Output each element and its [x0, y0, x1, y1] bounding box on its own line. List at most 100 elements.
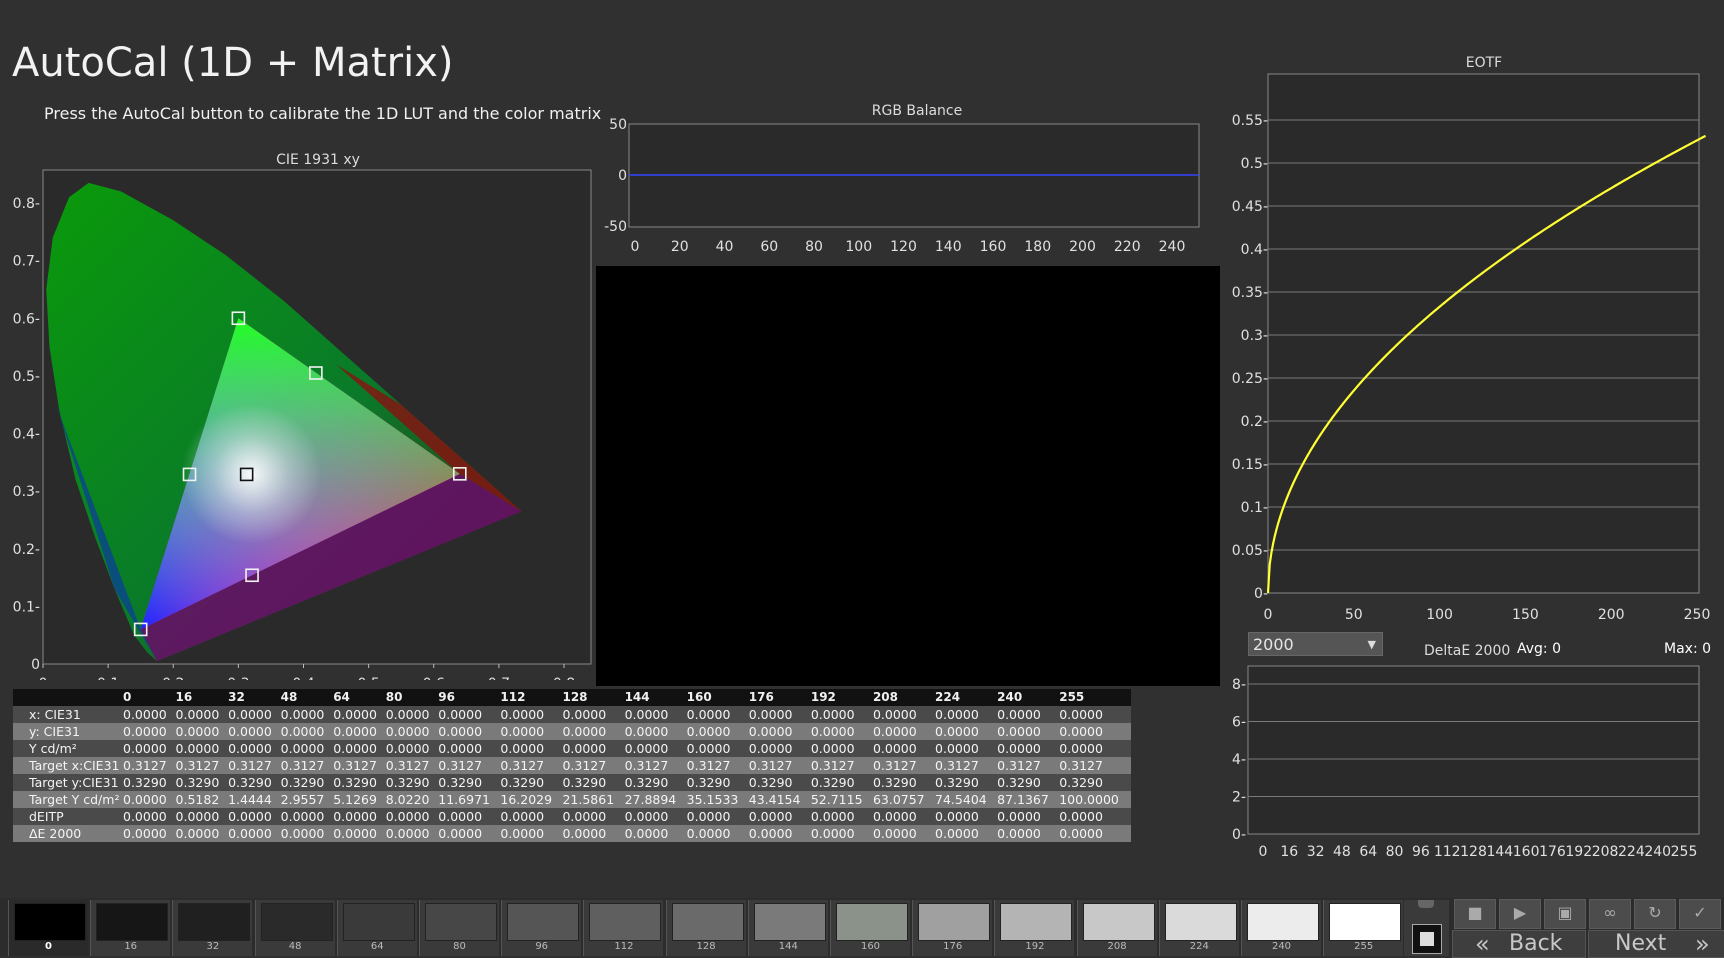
table-cell: 0.3290: [624, 774, 687, 791]
back-arrows-icon: «: [1475, 930, 1490, 958]
table-cell: 0.0000: [385, 808, 439, 825]
patch-swatch-160[interactable]: 160: [830, 900, 910, 956]
table-cell: 0.0000: [228, 825, 281, 842]
table-cell: 0.0000: [1059, 706, 1131, 723]
patch-swatch-176[interactable]: 176: [912, 900, 993, 956]
patch-swatch-208[interactable]: 208: [1076, 900, 1157, 956]
patch-swatch-192[interactable]: 192: [994, 900, 1075, 956]
save-button[interactable]: ▣: [1544, 899, 1586, 929]
table-cell: 0.0000: [175, 825, 229, 842]
measurement-table: 0 16 32 48 64 80 96 112 128 144 160 176 192 208 224 240…: [13, 689, 1131, 842]
deltae-x-tick-label: 0: [1259, 844, 1268, 860]
patch-swatch-80[interactable]: 80: [419, 900, 499, 956]
table-cell: 0.0000: [123, 808, 176, 825]
patch-swatch-128[interactable]: 128: [665, 900, 746, 956]
eotf-y-tick-label: 0.1-: [1241, 500, 1268, 516]
table-column-header: 80: [385, 689, 439, 706]
deltae-x-tick-label: 208: [1592, 844, 1619, 860]
eotf-y-tick-label: 0.55-: [1232, 113, 1268, 129]
table-cell: 0.3290: [997, 774, 1060, 791]
table-cell: 0.0000: [438, 740, 501, 757]
deltae-x-tick-label: 224: [1618, 844, 1645, 860]
back-button[interactable]: « Back: [1452, 930, 1586, 958]
page-title: AutoCal (1D + Matrix): [12, 40, 454, 86]
eotf-x-tick-label: 100: [1426, 607, 1453, 623]
table-row: Target y:CIE31 0.3290 0.3290 0.3290 0.3290 0.…: [13, 774, 1131, 791]
play-icon: ▶: [1513, 903, 1527, 922]
patch-swatch-label: 176: [943, 941, 963, 952]
patch-swatch-255[interactable]: 255: [1323, 900, 1404, 956]
play-button[interactable]: ▶: [1499, 899, 1541, 929]
rgb-x-tick-label: 200: [1069, 239, 1096, 255]
stop-button[interactable]: ■: [1454, 899, 1496, 929]
refresh-button[interactable]: ↻: [1634, 899, 1676, 929]
rgb-x-tick-label: 240: [1159, 239, 1186, 255]
table-row: Target x:CIE31 0.3127 0.3127 0.3127 0.3127 0.…: [13, 757, 1131, 774]
table-row-label: Y cd/m²: [13, 740, 123, 757]
check-button[interactable]: ✓: [1679, 899, 1721, 929]
deltae-x-tick-label: 160: [1513, 844, 1540, 860]
check-icon: ✓: [1693, 903, 1707, 922]
deltae-select[interactable]: 2000 ▼: [1248, 632, 1383, 656]
eotf-y-tick-label: 0.5-: [1241, 156, 1268, 172]
deltae-y-tick-label: 6-: [1232, 715, 1246, 731]
deltae-x-tick-label: 128: [1460, 844, 1487, 860]
cie-x-tick-label: 0.8: [553, 676, 575, 680]
patch-swatch-color: [1329, 903, 1402, 941]
deltae-x-tick-label: 96: [1412, 844, 1430, 860]
table-cell: 0.0000: [175, 740, 229, 757]
table-cell: 21.5861: [562, 791, 625, 808]
eotf-y-tick-label: 0.05-: [1232, 543, 1268, 559]
table-corner-cell: [13, 689, 123, 706]
table-cell: 87.1367: [997, 791, 1060, 808]
cie-y-tick-label: 0.2-: [13, 542, 40, 558]
patch-swatch-240[interactable]: 240: [1241, 900, 1321, 956]
stop-square-button[interactable]: [1412, 924, 1442, 954]
table-cell: 0.0000: [228, 740, 281, 757]
deltae-svg: 8- 6- 4- 2- 0- 0 16 32 48 64 80 96 112 128 144 160 176 19…: [1232, 665, 1700, 860]
cie-y-tick-label: 0.5-: [13, 369, 40, 385]
table-cell: 100.0000: [1059, 791, 1131, 808]
table-cell: 0.0000: [385, 740, 439, 757]
patch-swatch-224[interactable]: 224: [1158, 900, 1239, 956]
table-column-header: 160: [686, 689, 749, 706]
table-cell: 0.0000: [872, 740, 936, 757]
patch-swatch-color: [589, 903, 662, 941]
patch-swatch-64[interactable]: 64: [336, 900, 417, 956]
table-cell: 16.2029: [500, 791, 563, 808]
rgb-x-tick-label: 220: [1114, 239, 1141, 255]
table-row-label: x: CIE31: [13, 706, 123, 723]
rgb-x-tick-label: 80: [805, 239, 823, 255]
table-cell: 1.4444: [228, 791, 281, 808]
loop-button[interactable]: ∞: [1589, 899, 1631, 929]
deltae-chart: 8- 6- 4- 2- 0- 0 16 32 48 64 80 96 112 128 144 160 176 19…: [1224, 660, 1724, 860]
table-cell: 0.0000: [748, 740, 811, 757]
cie-x-tick-label: 0.5: [357, 676, 379, 680]
table-cell: 0.3290: [748, 774, 811, 791]
deltae-y-tick-label: 0-: [1232, 827, 1246, 843]
table-cell: 35.1533: [686, 791, 749, 808]
patch-swatch-color: [1247, 903, 1319, 941]
patch-swatch-16[interactable]: 16: [90, 900, 171, 956]
deltae-x-tick-label: 32: [1307, 844, 1325, 860]
cie-x-tick-label: 0.1: [97, 676, 119, 680]
table-cell: 0.0000: [624, 808, 687, 825]
patch-swatch-112[interactable]: 112: [583, 900, 664, 956]
patch-swatch-96[interactable]: 96: [501, 900, 582, 956]
table-cell: 0.0000: [686, 808, 749, 825]
table-cell: 0.3127: [686, 757, 749, 774]
table-cell: 0.3290: [1059, 774, 1131, 791]
deltae-select-value: 2000: [1253, 635, 1294, 654]
cie-y-tick-label: 0.7-: [13, 254, 40, 270]
patch-swatch-0[interactable]: 0: [8, 900, 88, 956]
collapse-handle[interactable]: [1418, 900, 1434, 908]
patch-swatch-32[interactable]: 32: [172, 900, 253, 956]
patch-swatch-color: [14, 903, 86, 941]
table-cell: 0.0000: [624, 825, 687, 842]
patch-swatch-144[interactable]: 144: [747, 900, 828, 956]
patch-swatch-label: 208: [1107, 941, 1127, 952]
cie-y-tick-label: 0.4-: [13, 427, 40, 443]
patch-swatch-48[interactable]: 48: [254, 900, 335, 956]
next-button[interactable]: Next »: [1588, 930, 1724, 958]
table-row: Y cd/m² 0.0000 0.0000 0.0000 0.0000 0.0000 0.0…: [13, 740, 1131, 757]
